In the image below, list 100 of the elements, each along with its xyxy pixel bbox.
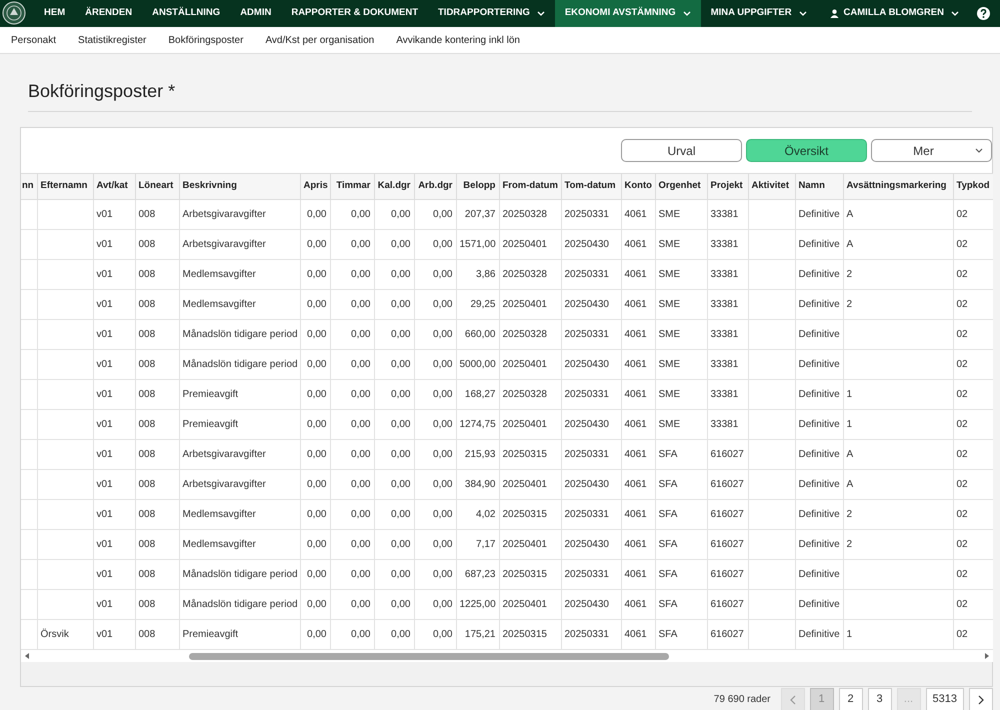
table-cell: SME <box>655 320 707 350</box>
table-cell: 0,00 <box>414 560 456 590</box>
table-cell: 0,00 <box>300 260 330 290</box>
nav-tab[interactable]: MINA UPPGIFTER <box>700 0 817 27</box>
table-cell: SME <box>655 410 707 440</box>
table-cell: 4061 <box>621 350 655 380</box>
table-cell: 0,00 <box>374 260 414 290</box>
column-header[interactable]: Apris <box>300 174 330 200</box>
table-cell: 0,00 <box>300 500 330 530</box>
table-cell: Definitive <box>795 260 843 290</box>
table-cell: 1274,75 <box>456 410 499 440</box>
sub-nav-link[interactable]: Avd/Kst per organisation <box>265 32 374 48</box>
column-header[interactable]: Belopp <box>456 174 499 200</box>
table-cell: 20250331 <box>561 380 621 410</box>
column-header[interactable]: Arb.dgr <box>414 174 456 200</box>
logo-icon[interactable] <box>2 1 26 25</box>
column-header[interactable]: Efternamn <box>37 174 93 200</box>
table-cell: 0,00 <box>374 440 414 470</box>
table-cell: 33381 <box>707 290 748 320</box>
table-cell: 0,00 <box>414 350 456 380</box>
table-cell: 20250401 <box>499 410 561 440</box>
table-cell: SME <box>655 380 707 410</box>
column-header[interactable]: nn <box>21 174 37 200</box>
nav-tab[interactable]: EKONOMI AVSTÄMNING <box>554 0 701 27</box>
caret-icon <box>951 11 959 16</box>
table-cell: 0,00 <box>374 290 414 320</box>
table-cell: 4061 <box>621 380 655 410</box>
help-icon[interactable] <box>977 7 990 20</box>
nav-tab[interactable]: ADMIN <box>230 0 282 27</box>
scroll-right-icon[interactable] <box>985 653 989 659</box>
scrollbar-thumb[interactable] <box>189 653 669 660</box>
table-cell: SME <box>655 350 707 380</box>
nav-tab[interactable]: HEM <box>34 0 76 27</box>
table-cell: 20250315 <box>499 500 561 530</box>
nav-tab[interactable]: ÄRENDEN <box>75 0 142 27</box>
scroll-left-icon[interactable] <box>25 653 29 659</box>
table-cell: 0,00 <box>330 500 374 530</box>
table-cell: 33381 <box>707 320 748 350</box>
column-header[interactable]: Projekt <box>707 174 748 200</box>
view-button[interactable]: Översikt <box>746 139 867 162</box>
column-header[interactable]: Avt/kat <box>93 174 135 200</box>
table-cell: 008 <box>135 560 179 590</box>
table-cell: 008 <box>135 500 179 530</box>
sub-nav-link[interactable]: Bokföringsposter <box>168 32 244 48</box>
table-cell: 0,00 <box>414 500 456 530</box>
table-cell: 0,00 <box>414 410 456 440</box>
page-button[interactable]: 3 <box>868 688 892 710</box>
column-header[interactable]: From-datum <box>499 174 561 200</box>
table-cell: 0,00 <box>330 290 374 320</box>
column-header[interactable]: Beskrivning <box>179 174 300 200</box>
column-header[interactable]: Löneart <box>135 174 179 200</box>
horizontal-scrollbar[interactable] <box>21 650 993 662</box>
table-cell: 20250430 <box>561 590 621 620</box>
table-cell: 1 <box>843 410 953 440</box>
table-cell: Definitive <box>795 500 843 530</box>
nav-tab[interactable]: RAPPORTER & DOKUMENT <box>281 0 428 27</box>
column-header[interactable]: Aktivitet <box>748 174 795 200</box>
table-cell: v01 <box>93 230 135 260</box>
table-cell: 20250331 <box>561 260 621 290</box>
sub-nav-link[interactable]: Personakt <box>11 32 56 48</box>
table-cell: 0,00 <box>300 200 330 230</box>
view-button[interactable]: Urval <box>621 139 742 162</box>
table-cell: 0,00 <box>330 530 374 560</box>
table-cell: Medlemsavgifter <box>179 290 300 320</box>
table-cell: 0,00 <box>374 230 414 260</box>
next-page-button[interactable] <box>969 688 993 710</box>
user-menu[interactable]: CAMILLA BLOMGREN <box>822 0 967 27</box>
nav-tab[interactable]: ANSTÄLLNING <box>142 0 230 27</box>
page-button[interactable]: 5313 <box>926 688 964 710</box>
column-header[interactable]: Timmar <box>330 174 374 200</box>
table-cell: 4061 <box>621 500 655 530</box>
table-cell: 20250331 <box>561 200 621 230</box>
table-cell: 660,00 <box>456 320 499 350</box>
table-cell: 0,00 <box>330 440 374 470</box>
sub-nav-link[interactable]: Statistikregister <box>78 32 146 48</box>
table-cell: 008 <box>135 200 179 230</box>
column-header[interactable]: Konto <box>621 174 655 200</box>
nav-tab[interactable]: TIDRAPPORTERING <box>428 0 555 27</box>
table-cell: 20250430 <box>561 230 621 260</box>
sub-nav-link[interactable]: Avvikande kontering inkl lön <box>396 32 520 48</box>
table-cell: 616027 <box>707 590 748 620</box>
table-cell: 0,00 <box>374 560 414 590</box>
column-header[interactable]: Avsättningsmarkering <box>843 174 953 200</box>
table-cell: 20250315 <box>499 560 561 590</box>
column-header[interactable]: Orgenhet <box>655 174 707 200</box>
column-header[interactable]: Kal.dgr <box>374 174 414 200</box>
table-cell: 008 <box>135 260 179 290</box>
column-header[interactable]: Tom-datum <box>561 174 621 200</box>
table-cell: 33381 <box>707 410 748 440</box>
table-cell: 20250331 <box>561 440 621 470</box>
column-header[interactable]: Namn <box>795 174 843 200</box>
table-cell: Definitive <box>795 590 843 620</box>
more-dropdown[interactable]: Mer <box>871 139 992 162</box>
table-cell: 008 <box>135 320 179 350</box>
table-cell: SFA <box>655 530 707 560</box>
page-button[interactable]: 2 <box>838 688 863 710</box>
table-cell: v01 <box>93 380 135 410</box>
table-cell: v01 <box>93 320 135 350</box>
table-cell: 20250328 <box>499 200 561 230</box>
column-header[interactable]: Typkod <box>953 174 993 200</box>
